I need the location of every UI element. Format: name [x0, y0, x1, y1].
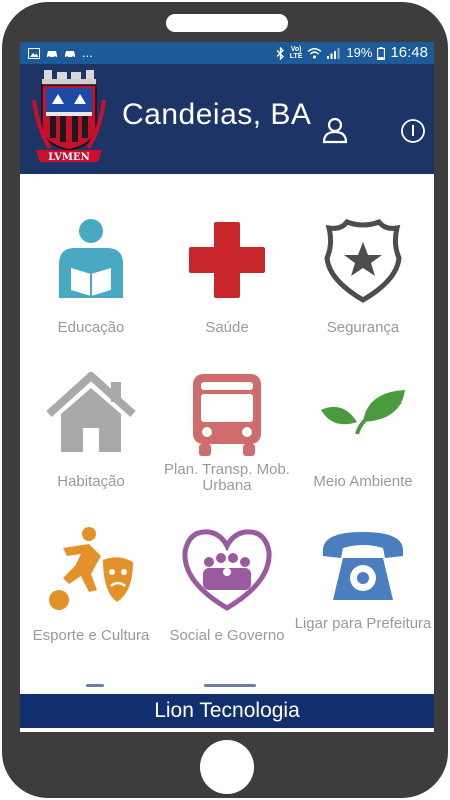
crest-motto: LVMEN — [48, 152, 89, 163]
volte-top: Vo) — [290, 46, 302, 53]
telephone-icon — [323, 532, 403, 600]
wifi-icon — [307, 48, 322, 59]
battery-percent: 19% — [346, 45, 373, 60]
sport-theatre-icon — [49, 527, 133, 610]
menu-item-educacao[interactable]: Educação — [20, 218, 162, 368]
bus-icon — [193, 374, 261, 456]
next-row-peek — [86, 684, 104, 687]
status-bar: ... Vo) LTE 19% 16:48 — [20, 42, 434, 64]
volte-bottom: LTE — [289, 53, 303, 60]
app-screen: ... Vo) LTE 19% 16:48 LVMEN Candeias, BA… — [20, 42, 434, 732]
volte-indicator: Vo) LTE — [290, 46, 303, 60]
menu-item-label: Ligar para Prefeitura — [294, 615, 432, 632]
menu-item-habitacao[interactable]: Habitação — [20, 372, 162, 522]
notification-overflow: ... — [82, 45, 93, 60]
clock-time: 16:48 — [390, 44, 428, 61]
image-icon — [28, 47, 40, 59]
signal-icon — [327, 48, 340, 59]
user-icon[interactable] — [321, 116, 349, 144]
battery-icon — [377, 46, 386, 60]
police-badge-icon — [324, 219, 402, 303]
car-icon — [65, 50, 75, 59]
phone-frame: ... Vo) LTE 19% 16:48 LVMEN Candeias, BA… — [2, 2, 448, 798]
next-row-peek — [204, 684, 256, 687]
menu-item-label: Educação — [57, 319, 125, 336]
menu-item-label: Habitação — [57, 473, 125, 490]
menu-item-label: Social e Governo — [169, 627, 285, 644]
bluetooth-icon — [276, 46, 284, 60]
menu-item-label: Plan. Transp. Mob. Urbana — [164, 461, 290, 494]
red-cross-icon — [189, 222, 265, 298]
menu-item-esporte-cultura[interactable]: Esporte e Cultura — [20, 526, 162, 676]
menu-item-meio-ambiente[interactable]: Meio Ambiente — [292, 372, 434, 522]
menu-item-transporte[interactable]: Plan. Transp. Mob. Urbana — [156, 372, 298, 522]
app-header: LVMEN Candeias, BA — [20, 64, 434, 174]
menu-item-label: Segurança — [326, 319, 400, 336]
menu-item-label: Esporte e Cultura — [32, 627, 150, 644]
footer-banner: Lion Tecnologia — [20, 694, 434, 728]
leaves-icon — [321, 390, 405, 435]
menu-item-seguranca[interactable]: Segurança — [292, 218, 434, 368]
community-heart-icon — [182, 529, 272, 611]
page-title: Candeias, BA — [122, 98, 312, 131]
menu-item-social-governo[interactable]: Social e Governo — [156, 526, 298, 676]
menu-item-ligar-prefeitura[interactable]: Ligar para Prefeitura — [292, 526, 434, 676]
info-icon[interactable] — [400, 118, 426, 144]
home-button[interactable] — [200, 740, 254, 794]
menu-item-saude[interactable]: Saúde — [156, 218, 298, 368]
reading-person-icon — [59, 219, 123, 298]
menu-item-label: Meio Ambiente — [313, 473, 413, 490]
menu-item-label: Saúde — [205, 319, 249, 336]
house-icon — [46, 372, 136, 452]
city-crest-logo: LVMEN — [32, 70, 106, 163]
phone-speaker — [166, 14, 288, 32]
car-icon — [47, 50, 57, 59]
